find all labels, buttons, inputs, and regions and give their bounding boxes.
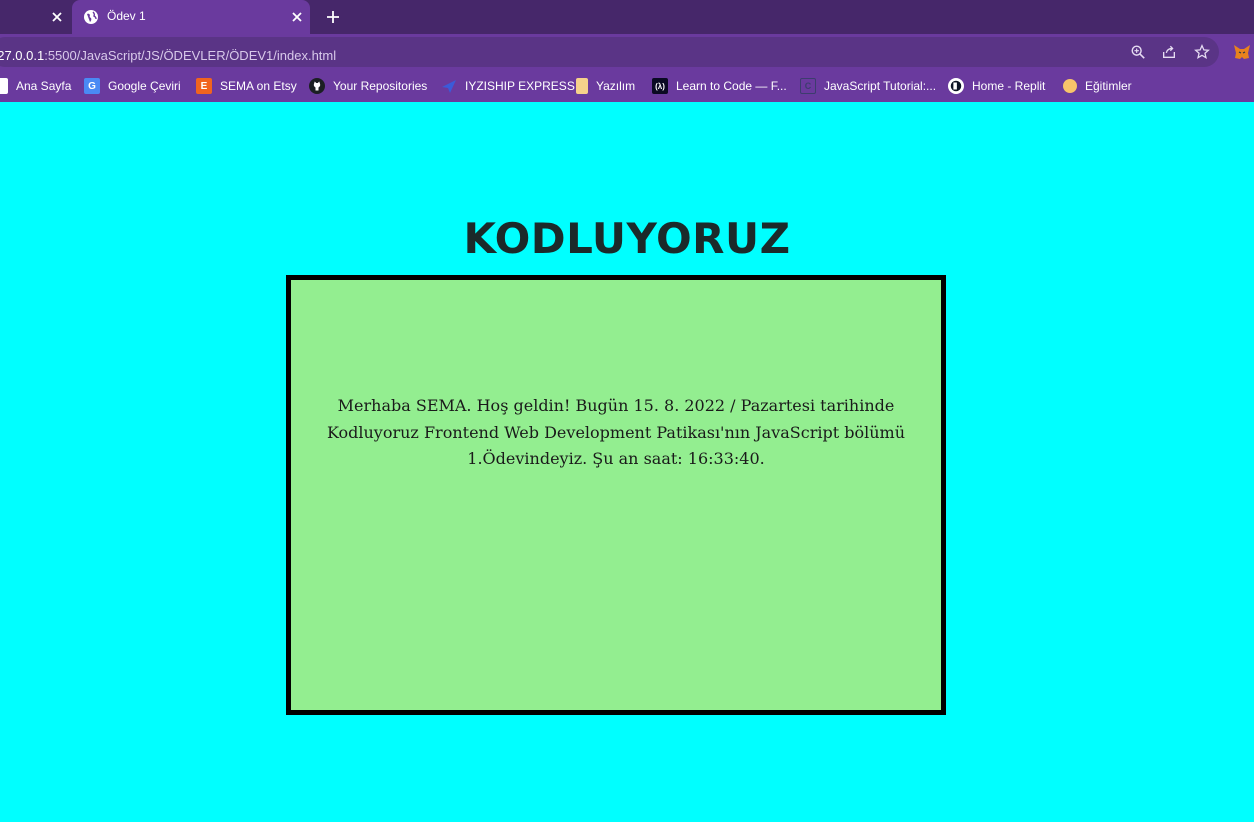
close-tab-icon[interactable] [48,8,66,26]
url-path: :5500/JavaScript/JS/ÖDEVLER/ÖDEV1/index.… [44,48,337,63]
bookmark-yazilim[interactable]: Yazılım [576,76,635,96]
tab-previous[interactable] [0,0,70,34]
tab-strip: Ödev 1 [0,0,1254,34]
browser-toolbar: 127.0.0.1:5500/JavaScript/JS/ÖDEVLER/ÖDE… [0,34,1254,70]
bookmark-label: Yazılım [596,79,636,93]
bookmark-freecodecamp[interactable]: (λ) Learn to Code — F... [652,76,787,96]
message-card: Merhaba SEMA. Hoş geldin! Bugün 15. 8. 2… [286,275,946,715]
bookmarks-bar: Ana Sayfa G Google Çeviri E SEMA on Etsy… [0,70,1254,102]
new-tab-icon[interactable] [323,7,343,27]
address-bar[interactable]: 127.0.0.1:5500/JavaScript/JS/ÖDEVLER/ÖDE… [0,37,1219,67]
bookmark-label: IYZISHIP EXPRESS [465,79,575,93]
bookmark-sema-etsy[interactable]: E SEMA on Etsy [196,76,297,96]
bookmark-label: Home - Replit [972,79,1046,93]
metamask-extension-icon[interactable] [1232,43,1252,61]
bookmark-label: Eğitimler [1085,79,1132,93]
bookmark-google-ceviri[interactable]: G Google Çeviri [84,76,181,96]
replit-icon [948,78,964,94]
url-text[interactable]: 127.0.0.1:5500/JavaScript/JS/ÖDEVLER/ÖDE… [0,48,336,63]
bookmark-github[interactable]: Your Repositories [309,76,427,96]
page-viewport: KODLUYORUZ Merhaba SEMA. Hoş geldin! Bug… [0,102,1254,822]
bookmark-label: Ana Sayfa [16,79,72,93]
bookmark-egitimler[interactable]: Eğitimler [1063,76,1132,96]
globe-icon [83,9,99,25]
plane-icon [441,78,457,94]
greeting-message: Merhaba SEMA. Hoş geldin! Bugün 15. 8. 2… [326,396,906,468]
bookmark-label: Learn to Code — F... [676,79,787,93]
tab-active[interactable]: Ödev 1 [72,0,310,34]
bookmark-ana-sayfa[interactable]: Ana Sayfa [0,76,71,96]
github-icon [309,78,325,94]
folder-icon [576,78,588,94]
star-icon[interactable] [1193,43,1211,61]
doc-icon: C [800,78,816,94]
bookmark-label: Google Çeviri [108,79,181,93]
zoom-icon[interactable] [1129,43,1147,61]
dot-icon [1063,79,1077,93]
tab-title: Ödev 1 [107,9,146,23]
page-heading: KODLUYORUZ [463,214,791,263]
etsy-icon: E [196,78,212,94]
close-tab-icon[interactable] [288,8,306,26]
bookmark-replit[interactable]: Home - Replit [948,76,1045,96]
bookmark-iyziship[interactable]: IYZISHIP EXPRESS [441,76,575,96]
url-host: 127.0.0.1 [0,48,45,63]
bookmark-label: Your Repositories [333,79,428,93]
bookmark-javascript-tutorial[interactable]: C JavaScript Tutorial:... [800,76,936,96]
google-translate-icon: G [84,78,100,94]
share-icon[interactable] [1160,43,1178,61]
bookmark-label: JavaScript Tutorial:... [824,79,937,93]
page-icon [0,78,8,94]
bookmark-label: SEMA on Etsy [220,79,297,93]
freecodecamp-icon: (λ) [652,78,668,94]
